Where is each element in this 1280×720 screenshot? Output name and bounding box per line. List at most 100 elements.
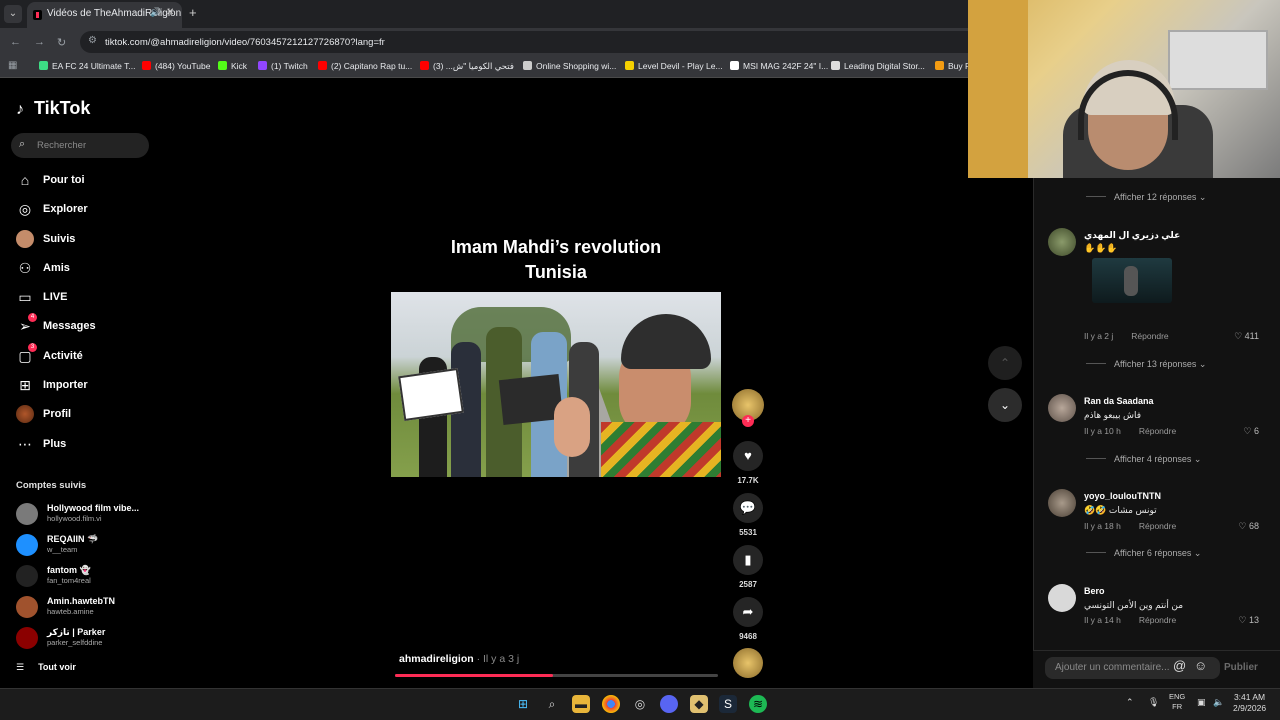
video-author-line[interactable]: ahmadireligion · Il y a 3 j	[399, 653, 519, 665]
bookmark-item[interactable]: (1) Twitch	[258, 61, 308, 71]
publish-button[interactable]: Publier	[1224, 662, 1258, 673]
video-author[interactable]: ahmadireligion	[399, 653, 474, 665]
video-title: Imam Mahdi’s revolution Tunisia	[391, 235, 721, 285]
spotify-icon[interactable]: ≋	[749, 695, 767, 713]
speaker-icon[interactable]: 🔊	[150, 7, 161, 18]
tab-list-button[interactable]: ⌄	[4, 5, 22, 23]
followed-account[interactable]: REQAIIN 🦈 w__team	[16, 532, 156, 558]
bookmark-item[interactable]: Level Devil - Play Le...	[625, 61, 723, 71]
taskbar-clock[interactable]: 3:41 AM 2/9/2026	[1233, 692, 1266, 714]
nav-item-activit[interactable]: ▢ 3 Activité	[16, 343, 146, 367]
chrome-icon[interactable]	[602, 695, 620, 713]
language-indicator[interactable]: ENG FR	[1169, 692, 1185, 712]
back-icon[interactable]: ←	[10, 36, 21, 48]
nav-item-label: Plus	[43, 438, 67, 450]
windows-start-icon[interactable]: ⊞	[514, 695, 532, 713]
followed-account[interactable]: Amin.hawtebTN hawteb.amine	[16, 594, 156, 620]
app-icon[interactable]: ◎	[631, 695, 649, 713]
comment-like-count[interactable]: ♡ 411	[1234, 331, 1259, 342]
browser-tab-active[interactable]: Vidéos de TheAhmadiReligion 🔊 ✕	[27, 2, 182, 28]
like-button[interactable]: ♥ 17.7K	[733, 441, 763, 485]
nav-item-importer[interactable]: ⊞ Importer	[16, 376, 146, 396]
reply-button[interactable]: Répondre	[1131, 331, 1168, 341]
commenter-avatar[interactable]	[1048, 394, 1076, 422]
bookmark-item[interactable]: (2) Capitano Rap tu...	[318, 61, 412, 71]
comment-like-count[interactable]: ♡ 68	[1238, 521, 1259, 532]
nav-item-suivis[interactable]: ● Suivis	[16, 230, 146, 250]
reply-button[interactable]: Répondre	[1139, 521, 1176, 531]
discord-icon[interactable]	[660, 695, 678, 713]
bookmark-item[interactable]: (484) YouTube	[142, 61, 210, 71]
new-tab-icon[interactable]: +	[189, 5, 197, 20]
show-replies-button[interactable]: Afficher 12 réponses ⌄	[1086, 192, 1206, 203]
commenter-avatar[interactable]	[1048, 489, 1076, 517]
show-replies-button[interactable]: Afficher 4 réponses ⌄	[1086, 454, 1201, 465]
reply-button[interactable]: Répondre	[1139, 615, 1176, 625]
url-text[interactable]: tiktok.com/@ahmadireligion/video/7603457…	[105, 37, 385, 48]
comment-username[interactable]: علي دزيري ال المهدي	[1084, 230, 1180, 241]
webcam-shelf	[1168, 30, 1268, 90]
bookmark-label: (2) Capitano Rap tu...	[331, 61, 413, 71]
file-explorer-icon[interactable]: ▬	[572, 695, 590, 713]
show-replies-button[interactable]: Afficher 6 réponses ⌄	[1086, 548, 1201, 559]
followed-account[interactable]: Hollywood film vibe... hollywood.film.vi	[16, 501, 156, 527]
bookmark-icon: ▮	[733, 545, 763, 575]
search-input[interactable]: ⌕ Rechercher	[11, 133, 149, 158]
followed-account[interactable]: تازكر | Parker parker_selfddine	[16, 625, 156, 651]
comment-username[interactable]: Bero	[1084, 586, 1105, 596]
tray-chevron-icon[interactable]: ⌃	[1126, 697, 1134, 708]
network-icon[interactable]: ▣	[1197, 697, 1206, 708]
steam-icon[interactable]: S	[719, 695, 737, 713]
comment-button[interactable]: 💬 5531	[733, 493, 763, 537]
nav-item-profil[interactable]: ● Profil	[16, 405, 146, 425]
followed-account[interactable]: fantom 👻 fan_tom4real	[16, 563, 156, 589]
music-disc[interactable]	[733, 648, 763, 678]
comment-username[interactable]: Ran da Saadana	[1084, 396, 1154, 406]
forward-icon[interactable]: →	[34, 36, 45, 48]
bookmark-item[interactable]: Leading Digital Stor...	[831, 61, 925, 71]
bookmark-item[interactable]: Online Shopping wi...	[523, 61, 616, 71]
bookmark-item[interactable]: EA FC 24 Ultimate T...	[39, 61, 135, 71]
nav-item-messages[interactable]: ➢ 4 Messages	[16, 313, 146, 337]
follow-plus-icon[interactable]: +	[742, 415, 754, 427]
comment-text: ✋✋✋	[1084, 243, 1118, 253]
close-tab-icon[interactable]: ✕	[166, 7, 174, 18]
see-all-button[interactable]: ☰ Tout voir	[16, 662, 76, 673]
reply-button[interactable]: Répondre	[1139, 426, 1176, 436]
mention-icon[interactable]: @	[1173, 658, 1186, 673]
taskbar-search-icon[interactable]: ⌕	[543, 695, 561, 713]
video-progress-bar[interactable]	[395, 674, 718, 677]
comment-username[interactable]: yoyo_loulouTNTN	[1084, 491, 1161, 501]
comment-time: Il y a 14 h	[1084, 615, 1121, 625]
comment-text: 🤣🤣 تونس مشات	[1084, 505, 1157, 515]
share-button[interactable]: ➦ 9468	[733, 597, 763, 641]
commenter-avatar[interactable]	[1048, 584, 1076, 612]
bookmark-item[interactable]: MSI MAG 242F 24" I...	[730, 61, 828, 71]
nav-item-pourtoi[interactable]: ⌂ Pour toi	[16, 171, 146, 191]
comment-time: Il y a 10 h	[1084, 426, 1121, 436]
comment-like-count[interactable]: ♡ 13	[1238, 615, 1259, 626]
reload-icon[interactable]: ↻	[57, 36, 66, 49]
comment-image[interactable]	[1092, 258, 1172, 303]
site-info-icon[interactable]: ⚙	[88, 35, 97, 46]
save-button[interactable]: ▮ 2587	[733, 545, 763, 589]
app-icon[interactable]: ◆	[690, 695, 708, 713]
nav-item-plus[interactable]: ⋯ Plus	[16, 435, 146, 455]
bookmark-item[interactable]: Buy P	[935, 61, 971, 71]
commenter-avatar[interactable]	[1048, 228, 1076, 256]
apps-grid-icon[interactable]: ▦	[8, 60, 17, 71]
bookmark-item[interactable]: Kick	[218, 61, 247, 71]
microphone-icon[interactable]: 🎙	[1148, 697, 1159, 708]
emoji-icon[interactable]: ☺	[1194, 658, 1207, 673]
nav-item-explorer[interactable]: ◎ Explorer	[16, 200, 146, 220]
comment-like-count[interactable]: ♡ 6	[1243, 426, 1259, 437]
tiktok-logo[interactable]: ♪ TikTok	[16, 98, 90, 119]
bookmark-item[interactable]: فتحي الكوميا "ش... (3)	[420, 61, 514, 72]
show-replies-button[interactable]: Afficher 13 réponses ⌄	[1086, 359, 1206, 370]
nav-item-amis[interactable]: ⚇ Amis	[16, 259, 146, 279]
volume-icon[interactable]: 🔈	[1213, 697, 1224, 708]
video-player[interactable]	[391, 292, 721, 477]
next-video-button[interactable]: ⌄	[988, 388, 1022, 422]
previous-video-button[interactable]: ⌃	[988, 346, 1022, 380]
nav-item-live[interactable]: ▭ LIVE	[16, 288, 146, 308]
